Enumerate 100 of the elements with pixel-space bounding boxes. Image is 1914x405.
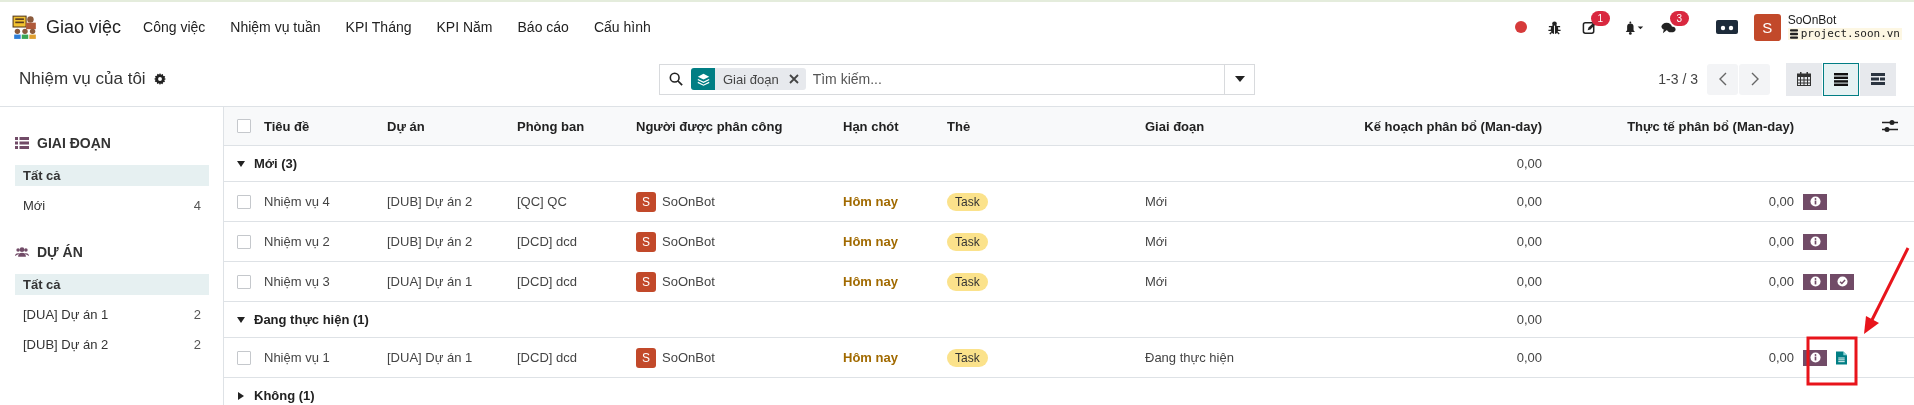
- column-header[interactable]: Dự án: [387, 118, 425, 134]
- table-cell: [DUA] Dự án 1: [387, 350, 473, 365]
- caret-icon[interactable]: [237, 315, 245, 324]
- deadline-text: Hôm nay: [843, 234, 898, 249]
- column-header[interactable]: Tiêu đề: [264, 118, 310, 134]
- caret-icon[interactable]: [237, 159, 245, 168]
- column-header[interactable]: Phòng ban: [517, 118, 585, 134]
- column-header[interactable]: Kế hoạch phân bổ (Man-day): [1364, 118, 1542, 134]
- info-button[interactable]: [1803, 233, 1827, 250]
- user-avatar: S: [636, 347, 656, 368]
- info-button[interactable]: [1803, 273, 1827, 290]
- pager-value: 1-3 / 3: [1658, 71, 1698, 87]
- group-header[interactable]: Mới (3): [254, 156, 298, 171]
- row-checkbox[interactable]: [237, 234, 251, 249]
- close-icon[interactable]: [788, 74, 799, 84]
- menu-item[interactable]: KPI Tháng: [345, 19, 412, 35]
- table-cell: 0,00: [1516, 274, 1542, 289]
- group-total: 0,00: [1516, 156, 1542, 171]
- user-name[interactable]: SoOnBot: [1787, 14, 1902, 28]
- table-cell: [DUB] Dự án 2: [387, 194, 473, 209]
- sidebar-item[interactable]: Tất cả: [15, 165, 209, 186]
- info-icon: [1809, 236, 1821, 247]
- table-cell: 0,00: [1516, 234, 1542, 249]
- tag: Task: [947, 348, 988, 367]
- bug-icon[interactable]: [1546, 19, 1562, 35]
- table-cell: Mới: [1145, 274, 1168, 289]
- layers-icon: [696, 72, 710, 86]
- filter-facet: Giai đoạn: [723, 71, 779, 87]
- highlight-box: [1806, 336, 1858, 386]
- table-cell: [DCD] dcd: [517, 234, 577, 249]
- column-header[interactable]: Hạn chót: [843, 118, 899, 134]
- search-icon: [669, 72, 683, 86]
- activity-count-badge: 1: [1590, 10, 1610, 26]
- group-header[interactable]: Không (1): [254, 388, 315, 403]
- settings-icon[interactable]: [153, 73, 166, 85]
- check-circle-icon: [1836, 276, 1848, 287]
- database-name: project.soon.vn: [1800, 27, 1900, 40]
- chevron-left-icon: [1718, 72, 1727, 86]
- menu-item[interactable]: Báo cáo: [517, 19, 569, 35]
- chevron-right-icon: [1750, 72, 1759, 86]
- calendar-view-button[interactable]: [1786, 62, 1822, 96]
- select-all-checkbox[interactable]: [237, 119, 251, 133]
- sidebar-item[interactable]: Tất cả: [15, 274, 209, 295]
- section-title: GIAI ĐOẠN: [37, 135, 111, 151]
- info-icon: [1809, 276, 1821, 287]
- table-cell: Mới: [1145, 194, 1168, 209]
- row-checkbox[interactable]: [237, 350, 251, 365]
- sidebar-item[interactable]: [DUB] Dự án 2 2: [15, 334, 209, 355]
- column-header[interactable]: Thẻ: [947, 118, 971, 134]
- sliders-icon[interactable]: [1882, 119, 1898, 133]
- column-header[interactable]: Người được phân công: [636, 118, 783, 134]
- assignee-name: SoOnBot: [662, 194, 715, 209]
- info-button[interactable]: [1803, 193, 1827, 210]
- record-icon[interactable]: [1514, 21, 1527, 33]
- info-icon: [1809, 352, 1821, 363]
- group-total: 0,00: [1516, 312, 1542, 327]
- row-checkbox[interactable]: [237, 194, 251, 209]
- app-name[interactable]: Giao việc: [46, 16, 122, 38]
- info-icon: [1809, 196, 1821, 207]
- caret-icon[interactable]: [1234, 76, 1245, 82]
- page-title: Nhiệm vụ của tôi: [19, 69, 146, 89]
- table-cell: [DCD] dcd: [517, 350, 577, 365]
- menu-item[interactable]: Công việc: [143, 19, 206, 35]
- gantt-icon: [1871, 72, 1885, 86]
- users-icon: [15, 246, 29, 258]
- table-cell: 0,00: [1768, 350, 1794, 365]
- menu-item[interactable]: KPI Năm: [436, 19, 493, 35]
- assignee-name: SoOnBot: [662, 274, 715, 289]
- menu-item[interactable]: Nhiệm vụ tuần: [230, 19, 321, 35]
- table-cell: [DCD] dcd: [517, 274, 577, 289]
- approve-button[interactable]: [1830, 273, 1854, 290]
- assignee-name: SoOnBot: [662, 350, 715, 365]
- search-bar[interactable]: Giai đoạn Tìm kiếm...: [659, 63, 1255, 95]
- deadline-text: Hôm nay: [843, 194, 898, 209]
- deadline-text: Hôm nay: [843, 274, 898, 289]
- user-avatar: S: [636, 271, 656, 292]
- document-icon[interactable]: [1836, 350, 1847, 365]
- menu-item[interactable]: Cấu hình: [593, 19, 651, 35]
- table-cell: 0,00: [1768, 194, 1794, 209]
- tag: Task: [947, 272, 988, 291]
- calendar-icon: [1797, 72, 1811, 86]
- table-cell: [QC] QC: [517, 194, 567, 209]
- table-cell: Mới: [1145, 234, 1168, 249]
- list-icon: [15, 137, 29, 149]
- user-avatar[interactable]: S: [1753, 13, 1781, 41]
- gantt-view-button[interactable]: [1860, 62, 1896, 96]
- table-cell: Nhiệm vụ 1: [264, 350, 330, 365]
- mask-icon[interactable]: [1715, 20, 1738, 34]
- caret-icon[interactable]: [237, 391, 245, 400]
- table-cell: 0,00: [1516, 350, 1542, 365]
- row-checkbox[interactable]: [237, 274, 251, 289]
- sidebar-item[interactable]: Mới 4: [15, 195, 209, 216]
- assignee-name: SoOnBot: [662, 234, 715, 249]
- app-logo-icon[interactable]: [12, 14, 38, 40]
- column-header[interactable]: Thực tế phân bổ (Man-day): [1627, 118, 1794, 134]
- column-header[interactable]: Giai đoạn: [1145, 118, 1205, 134]
- group-header[interactable]: Đang thực hiện (1): [254, 312, 369, 327]
- sidebar-item[interactable]: [DUA] Dự án 1 2: [15, 304, 209, 325]
- list-view-button[interactable]: [1823, 62, 1859, 96]
- database-icon: [1789, 28, 1798, 39]
